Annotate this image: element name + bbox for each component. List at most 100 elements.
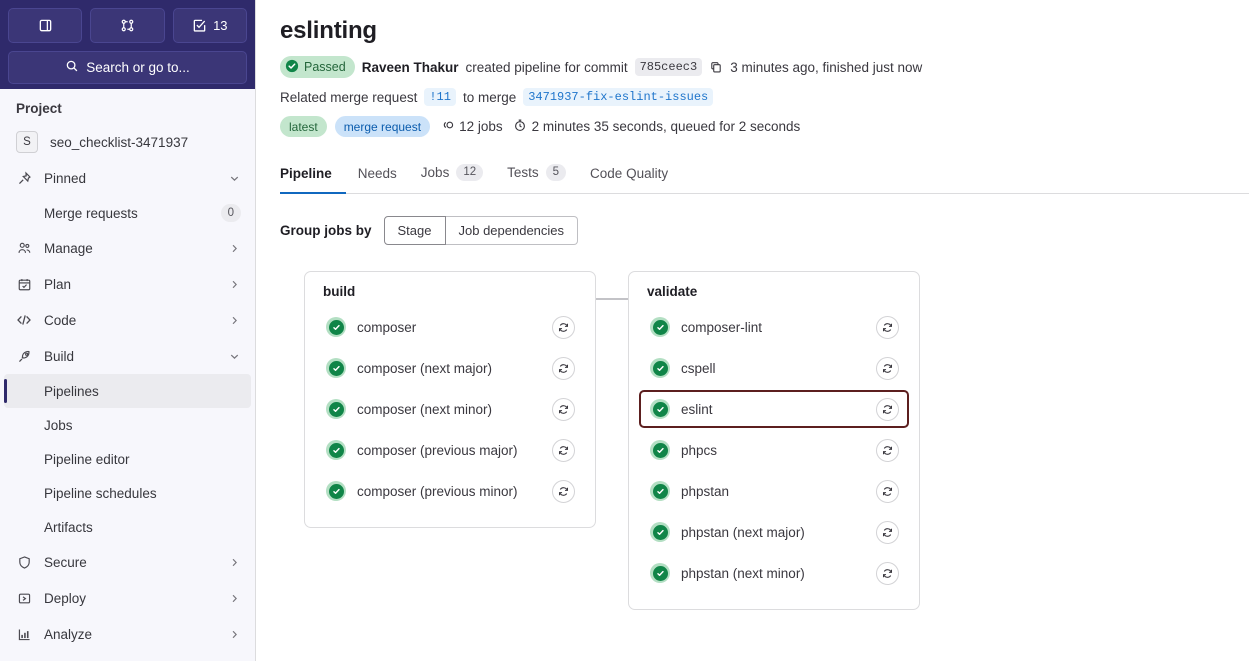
search-label: Search or go to... bbox=[86, 60, 190, 75]
sidebar-item-code[interactable]: Code bbox=[0, 302, 255, 338]
job-name: composer (previous major) bbox=[357, 442, 518, 458]
chevron-right-icon bbox=[228, 628, 241, 641]
search-icon bbox=[65, 59, 79, 76]
retry-job-button[interactable] bbox=[876, 561, 899, 585]
job-row[interactable]: composer-lint bbox=[639, 308, 909, 346]
merge-requests-button[interactable] bbox=[90, 8, 165, 43]
sidebar-item-pipeline-editor[interactable]: Pipeline editor bbox=[0, 442, 255, 476]
merge-request-badge: merge request bbox=[334, 116, 431, 137]
duration-text: 2 minutes 35 seconds, queued for 2 secon… bbox=[531, 119, 801, 134]
sidebar-item-artifacts[interactable]: Artifacts bbox=[0, 510, 255, 544]
retry-job-button[interactable] bbox=[876, 397, 899, 421]
merge-request-icon bbox=[120, 18, 135, 33]
sidebar-item-jobs[interactable]: Jobs bbox=[0, 408, 255, 442]
sidebar-item-pinned[interactable]: Pinned bbox=[0, 160, 255, 196]
tab-label: Needs bbox=[357, 166, 397, 181]
job-status-passed-icon bbox=[650, 317, 670, 337]
sidebar-section-title: Project bbox=[16, 101, 62, 116]
rocket-icon bbox=[16, 348, 32, 364]
pipeline-badges-line: latest merge request 12 jobs 2 minutes 3… bbox=[280, 116, 1225, 137]
branch-link[interactable]: 3471937-fix-eslint-issues bbox=[523, 88, 714, 106]
sidebar-item-label: Jobs bbox=[44, 417, 73, 433]
users-icon bbox=[16, 240, 32, 256]
job-status-passed-icon bbox=[650, 399, 670, 419]
jobs-count-text: 12 jobs bbox=[459, 119, 503, 134]
tab-code-quality[interactable]: Code Quality bbox=[578, 160, 680, 194]
pipeline-meta-line: Passed Raveen Thakur created pipeline fo… bbox=[280, 56, 1225, 78]
job-row[interactable]: composer (next minor) bbox=[315, 390, 585, 428]
pipeline-author[interactable]: Raveen Thakur bbox=[362, 60, 459, 75]
sidebar-item-label: Manage bbox=[44, 240, 93, 256]
status-badge: Passed bbox=[280, 56, 355, 78]
issues-panel-toggle-button[interactable] bbox=[8, 8, 83, 43]
merge-request-link[interactable]: !11 bbox=[424, 88, 456, 106]
tab-label: Jobs bbox=[420, 165, 450, 180]
stage-title: validate bbox=[647, 284, 698, 299]
retry-job-button[interactable] bbox=[552, 438, 575, 462]
sidebar-item-pipelines[interactable]: Pipelines bbox=[4, 374, 251, 408]
tab-needs[interactable]: Needs bbox=[346, 160, 409, 194]
sidebar-item-label: Code bbox=[44, 312, 77, 328]
job-status-passed-icon bbox=[326, 358, 346, 378]
shield-icon bbox=[16, 554, 32, 570]
sidebar-item-project[interactable]: S seo_checklist-3471937 bbox=[0, 124, 255, 160]
chart-icon bbox=[16, 626, 32, 642]
tab-label: Code Quality bbox=[590, 166, 669, 181]
job-row[interactable]: composer (previous major) bbox=[315, 431, 585, 469]
job-row[interactable]: phpstan bbox=[639, 472, 909, 510]
job-row-eslint[interactable]: eslint bbox=[639, 390, 909, 428]
job-status-passed-icon bbox=[326, 399, 346, 419]
job-row[interactable]: composer (next major) bbox=[315, 349, 585, 387]
job-row[interactable]: cspell bbox=[639, 349, 909, 387]
latest-badge: latest bbox=[280, 116, 327, 137]
search-button[interactable]: Search or go to... bbox=[8, 51, 247, 84]
job-status-passed-icon bbox=[326, 440, 346, 460]
group-by-job-dependencies-button[interactable]: Job dependencies bbox=[445, 216, 579, 245]
deploy-icon bbox=[16, 590, 32, 606]
sidebar-item-secure[interactable]: Secure bbox=[0, 544, 255, 580]
todo-check-icon bbox=[192, 18, 207, 33]
job-row[interactable]: composer (previous minor) bbox=[315, 472, 585, 510]
sidebar-item-manage[interactable]: Manage bbox=[0, 230, 255, 266]
group-by-stage-button[interactable]: Stage bbox=[383, 216, 446, 245]
jobs-link-icon bbox=[440, 118, 454, 135]
sidebar-item-pipeline-schedules[interactable]: Pipeline schedules bbox=[0, 476, 255, 510]
retry-job-button[interactable] bbox=[876, 520, 899, 544]
job-row[interactable]: phpstan (next major) bbox=[639, 513, 909, 551]
sidebar-item-label: Merge requests bbox=[44, 205, 138, 221]
sidebar-item-label: Pipeline schedules bbox=[44, 485, 157, 501]
tab-label: Tests bbox=[507, 165, 539, 180]
tab-jobs[interactable]: Jobs 12 bbox=[409, 158, 495, 194]
retry-job-button[interactable] bbox=[876, 479, 899, 503]
retry-job-button[interactable] bbox=[552, 479, 575, 503]
retry-job-button[interactable] bbox=[552, 397, 575, 421]
tab-tests[interactable]: Tests 5 bbox=[495, 158, 578, 194]
sidebar-item-deploy[interactable]: Deploy bbox=[0, 580, 255, 616]
job-status-passed-icon bbox=[650, 481, 670, 501]
sidebar-item-plan[interactable]: Plan bbox=[0, 266, 255, 302]
group-jobs-by-row: Group jobs by Stage Job dependencies bbox=[280, 216, 1225, 245]
job-row[interactable]: composer bbox=[315, 308, 585, 346]
retry-job-button[interactable] bbox=[876, 438, 899, 462]
retry-job-button[interactable] bbox=[552, 315, 575, 339]
retry-job-button[interactable] bbox=[552, 356, 575, 380]
tab-pipeline[interactable]: Pipeline bbox=[280, 160, 346, 194]
calendar-icon bbox=[16, 276, 32, 292]
job-row[interactable]: phpcs bbox=[639, 431, 909, 469]
sidebar-item-label: Deploy bbox=[44, 590, 87, 606]
copy-sha-button[interactable] bbox=[709, 60, 723, 74]
sidebar-item-analyze[interactable]: Analyze bbox=[0, 616, 255, 652]
sidebar-item-build[interactable]: Build bbox=[0, 338, 255, 374]
retry-job-button[interactable] bbox=[876, 356, 899, 380]
sidebar-item-merge-requests[interactable]: Merge requests 0 bbox=[0, 196, 255, 230]
retry-job-button[interactable] bbox=[876, 315, 899, 339]
chevron-right-icon bbox=[228, 592, 241, 605]
chevron-down-icon bbox=[228, 350, 241, 363]
job-name: phpstan bbox=[681, 483, 730, 499]
job-name: phpstan (next major) bbox=[681, 524, 805, 540]
job-name: phpstan (next minor) bbox=[681, 565, 805, 581]
status-badge-label: Passed bbox=[304, 60, 346, 74]
commit-sha[interactable]: 785ceec3 bbox=[634, 58, 703, 76]
job-row[interactable]: phpstan (next minor) bbox=[639, 554, 909, 592]
todos-button[interactable]: 13 bbox=[172, 8, 247, 43]
